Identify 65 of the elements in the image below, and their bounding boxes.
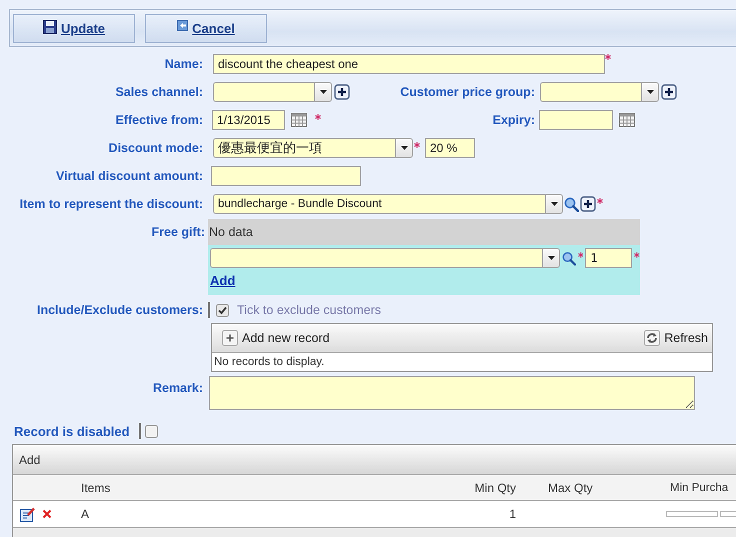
checkbox[interactable] bbox=[144, 424, 158, 438]
plus-icon bbox=[222, 330, 238, 346]
field-label: Effective from: bbox=[114, 113, 204, 127]
plus-icon[interactable] bbox=[661, 84, 677, 100]
column-header[interactable]: Min Purcha bbox=[665, 482, 728, 494]
add-record-button[interactable]: Add new record bbox=[222, 330, 330, 346]
search-icon[interactable] bbox=[564, 196, 579, 212]
combo-field[interactable]: 優惠最便宜的一項 bbox=[213, 138, 395, 158]
save-icon bbox=[42, 20, 57, 34]
dropdown-button[interactable] bbox=[545, 194, 563, 214]
table-cell-text: A bbox=[81, 507, 90, 521]
checkbox[interactable] bbox=[216, 304, 229, 316]
refresh-icon bbox=[644, 330, 660, 346]
column-header[interactable]: Min Qty bbox=[448, 480, 516, 494]
add-button[interactable]: Add bbox=[19, 452, 40, 466]
field-label: Record is disabled bbox=[14, 424, 130, 438]
field-label: Virtual discount amount: bbox=[55, 169, 204, 183]
plus-icon[interactable] bbox=[580, 196, 596, 212]
field-label: Sales channel: bbox=[114, 85, 204, 99]
input-field[interactable] bbox=[720, 511, 736, 517]
calendar-icon[interactable] bbox=[619, 113, 635, 127]
field-label: Include/Exclude customers: bbox=[36, 303, 204, 317]
combo-field[interactable]: bundlecharge - Bundle Discount bbox=[213, 194, 545, 214]
date-field[interactable] bbox=[539, 110, 613, 130]
percent-field[interactable]: 20 % bbox=[425, 138, 475, 158]
cancel-button[interactable]: Cancel bbox=[145, 14, 267, 42]
search-icon[interactable] bbox=[562, 250, 576, 266]
caret-icon bbox=[320, 90, 326, 94]
calendar-icon[interactable] bbox=[291, 113, 307, 127]
remark-field[interactable] bbox=[209, 376, 695, 410]
caret-icon bbox=[646, 90, 654, 94]
column-header[interactable]: Max Qty bbox=[516, 480, 665, 494]
caret-icon bbox=[548, 256, 554, 260]
caret-icon bbox=[400, 146, 408, 150]
name-field[interactable]: discount the cheapest one bbox=[213, 54, 605, 74]
field-label: Customer price group: bbox=[399, 85, 536, 99]
plus-icon[interactable] bbox=[334, 84, 350, 100]
dropdown-button[interactable] bbox=[641, 82, 659, 102]
amount-field[interactable] bbox=[211, 166, 361, 186]
checkbox-label: Tick to exclude customers bbox=[237, 303, 382, 317]
combo-field[interactable] bbox=[210, 248, 542, 268]
empty-message: No records to display. bbox=[214, 356, 324, 368]
table-cell-text: 1 bbox=[508, 507, 516, 521]
quantity-field[interactable]: 1 bbox=[585, 248, 632, 268]
field-label: Discount mode: bbox=[108, 141, 204, 155]
field-label: Expiry: bbox=[492, 113, 536, 127]
update-button[interactable]: Update bbox=[13, 14, 135, 42]
field-label: Free gift: bbox=[150, 224, 206, 241]
delete-icon[interactable] bbox=[42, 509, 52, 519]
combo-field[interactable] bbox=[213, 82, 314, 102]
date-field[interactable]: 1/13/2015 bbox=[212, 110, 285, 130]
field-label: Name: bbox=[164, 57, 204, 71]
edit-icon[interactable] bbox=[20, 506, 35, 522]
combo-field[interactable] bbox=[540, 82, 641, 102]
field-label: Item to represent the discount: bbox=[18, 197, 204, 211]
caret-icon bbox=[550, 202, 558, 206]
refresh-button[interactable]: Refresh bbox=[644, 330, 708, 346]
field-label: Remark: bbox=[152, 380, 204, 397]
dropdown-button[interactable] bbox=[395, 138, 413, 158]
add-link[interactable]: Add bbox=[210, 273, 236, 288]
input-field[interactable] bbox=[666, 511, 718, 517]
empty-message: No data bbox=[209, 225, 253, 239]
dropdown-button[interactable] bbox=[542, 248, 560, 268]
column-header[interactable]: Items bbox=[81, 480, 448, 494]
dropdown-button[interactable] bbox=[314, 82, 332, 102]
